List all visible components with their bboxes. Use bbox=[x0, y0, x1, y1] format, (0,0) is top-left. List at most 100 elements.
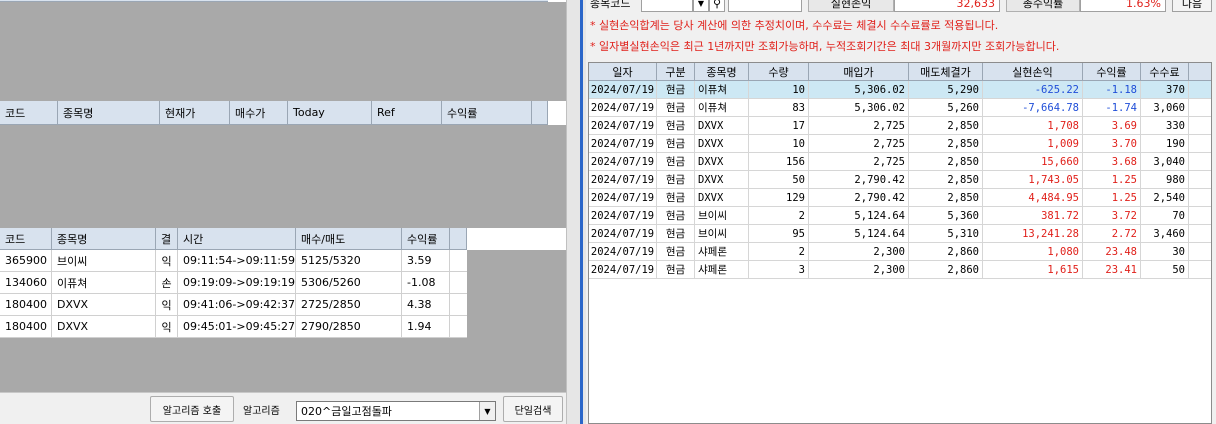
cell-sell: 2,850 bbox=[909, 171, 983, 188]
cell-pnl: 381.72 bbox=[983, 207, 1083, 224]
cell-code: 365900 bbox=[0, 250, 52, 271]
cell-pnl: 4,484.95 bbox=[983, 189, 1083, 206]
cell-name: DXVX bbox=[695, 135, 749, 152]
cell-ret: 1.94 bbox=[402, 316, 450, 337]
table-row[interactable]: 2024/07/19 현금 DXVX 129 2,790.42 2,850 4,484.95… bbox=[589, 189, 1211, 207]
watch-grid-gap bbox=[0, 92, 566, 101]
table-row[interactable]: 134060 이퓨쳐 손 09:19:09->09:19:19 5306/5260 -1.… bbox=[0, 272, 467, 294]
table-row[interactable]: 2024/07/19 현금 이퓨쳐 10 5,306.02 5,290 -625.22 -1.… bbox=[589, 81, 1211, 99]
realized-value: 32,633 bbox=[894, 0, 1000, 12]
cell-buy: 5,306.02 bbox=[809, 81, 909, 98]
cell-name: 이퓨쳐 bbox=[695, 99, 749, 116]
cell-sell: 2,850 bbox=[909, 135, 983, 152]
cell-type: 현금 bbox=[657, 117, 695, 134]
table-row[interactable]: 2024/07/19 현금 샤페론 3 2,300 2,860 1,615 23.41 50 bbox=[589, 261, 1211, 279]
cell-type: 현금 bbox=[657, 153, 695, 170]
cell-pnl: 15,660 bbox=[983, 153, 1083, 170]
cell-name: 이퓨쳐 bbox=[52, 272, 156, 293]
column-header: 매수가 bbox=[230, 101, 288, 124]
table-row[interactable]: 2024/07/19 현금 DXVX 156 2,725 2,850 15,660 3.68 3… bbox=[589, 153, 1211, 171]
algo-call-button[interactable]: 알고리즘 호출 bbox=[150, 396, 234, 422]
column-header[interactable]: 수수료 bbox=[1141, 63, 1189, 80]
cell-fee: 980 bbox=[1141, 171, 1189, 188]
cell-type: 현금 bbox=[657, 225, 695, 242]
table-row[interactable]: 2024/07/19 현금 브이씨 95 5,124.64 5,310 13,241.28 2… bbox=[589, 225, 1211, 243]
cell-buy: 2,725 bbox=[809, 153, 909, 170]
table-row[interactable]: 2024/07/19 현금 샤페론 2 2,300 2,860 1,080 23.48 30 bbox=[589, 243, 1211, 261]
cell-fee: 3,060 bbox=[1141, 99, 1189, 116]
cell-buy: 2,300 bbox=[809, 243, 909, 260]
cell-price: 2790/2850 bbox=[296, 316, 402, 337]
table-row[interactable]: 180400 DXVX 익 09:41:06->09:42:37 2725/2850 4.… bbox=[0, 294, 467, 316]
cell-type: 현금 bbox=[657, 189, 695, 206]
column-header: 코드 bbox=[0, 101, 58, 124]
cell-ret: 23.48 bbox=[1083, 243, 1141, 260]
cell-type: 현금 bbox=[657, 261, 695, 278]
cell-ret: -1.18 bbox=[1083, 81, 1141, 98]
column-header[interactable]: 매입가 bbox=[809, 63, 909, 80]
cell-date: 2024/07/19 bbox=[589, 261, 657, 278]
cell-result: 손 bbox=[156, 272, 178, 293]
table-row[interactable]: 2024/07/19 현금 이퓨쳐 83 5,306.02 5,260 -7,664.78-… bbox=[589, 99, 1211, 117]
column-header: 현재가 bbox=[160, 101, 230, 124]
notice-line-2: * 일자별실현손익은 최근 1년까지만 조회가능하며, 누적조회기간은 최대 3… bbox=[590, 40, 1060, 53]
column-header[interactable]: 일자 bbox=[589, 63, 657, 80]
trades-grid-header: 코드 종목명 결 시간 매수/매도 수익률 bbox=[0, 228, 467, 250]
column-header-spacer bbox=[532, 101, 548, 124]
chevron-down-icon[interactable]: ▼ bbox=[479, 402, 495, 420]
table-row[interactable]: 2024/07/19 현금 DXVX 50 2,790.42 2,850 1,743.05 1… bbox=[589, 171, 1211, 189]
pane-splitter[interactable] bbox=[566, 0, 586, 424]
cell-name: 브이씨 bbox=[695, 207, 749, 224]
cell-name: DXVX bbox=[52, 294, 156, 315]
cell-fee: 190 bbox=[1141, 135, 1189, 152]
column-header[interactable]: 실현손익 bbox=[983, 63, 1083, 80]
cell-type: 현금 bbox=[657, 135, 695, 152]
single-search-button[interactable]: 단일검색 bbox=[503, 396, 563, 422]
table-row[interactable]: 2024/07/19 현금 DXVX 17 2,725 2,850 1,708 3.69 330 bbox=[589, 117, 1211, 135]
cell-sell: 5,260 bbox=[909, 99, 983, 116]
cell-code: 180400 bbox=[0, 316, 52, 337]
cell-fee: 2,540 bbox=[1141, 189, 1189, 206]
algo-select[interactable]: 020^금일고점돌파 ▼ bbox=[296, 401, 496, 421]
cell-ret: -1.08 bbox=[402, 272, 450, 293]
code-input[interactable] bbox=[641, 0, 693, 12]
cell-result: 익 bbox=[156, 250, 178, 271]
table-row[interactable]: 2024/07/19 현금 DXVX 10 2,725 2,850 1,009 3.70 190 bbox=[589, 135, 1211, 153]
realized-pnl-table-body: 2024/07/19 현금 이퓨쳐 10 5,306.02 5,290 -625.22 -1.… bbox=[589, 81, 1211, 279]
cell-name: 브이씨 bbox=[695, 225, 749, 242]
cell-fee: 30 bbox=[1141, 243, 1189, 260]
column-header[interactable]: 매도체결가 bbox=[909, 63, 983, 80]
column-header[interactable]: 수익률 bbox=[1083, 63, 1141, 80]
column-header[interactable]: 종목명 bbox=[695, 63, 749, 80]
cell-qty: 129 bbox=[749, 189, 809, 206]
notice-line-1: * 실현손익합계는 당사 계산에 의한 추정치이며, 수수료는 체결시 수수료률… bbox=[590, 19, 999, 32]
next-button[interactable]: 다음 bbox=[1172, 0, 1212, 12]
query-strip: 종목코드 ▼ ⚲ 실현손익 32,633 총수익률 1.63% 다음 bbox=[586, 0, 1216, 14]
column-header[interactable]: 수량 bbox=[749, 63, 809, 80]
cell-type: 현금 bbox=[657, 99, 695, 116]
cell-pnl: 1,743.05 bbox=[983, 171, 1083, 188]
cell-price: 5125/5320 bbox=[296, 250, 402, 271]
cell-time: 09:19:09->09:19:19 bbox=[178, 272, 296, 293]
cell-sell: 2,850 bbox=[909, 117, 983, 134]
column-header[interactable]: 구분 bbox=[657, 63, 695, 80]
realized-label: 실현손익 bbox=[808, 0, 894, 12]
algo-label: 알고리즘 bbox=[243, 405, 280, 417]
cell-buy: 2,725 bbox=[809, 135, 909, 152]
cell-time: 09:11:54->09:11:59 bbox=[178, 250, 296, 271]
cell-date: 2024/07/19 bbox=[589, 153, 657, 170]
cell-buy: 2,300 bbox=[809, 261, 909, 278]
cell-ret: 3.59 bbox=[402, 250, 450, 271]
cell-type: 현금 bbox=[657, 243, 695, 260]
cell-price: 5306/5260 bbox=[296, 272, 402, 293]
code-dropdown[interactable]: ▼ bbox=[693, 0, 709, 12]
table-row[interactable]: 365900 브이씨 익 09:11:54->09:11:59 5125/5320 3.5… bbox=[0, 250, 467, 272]
table-row[interactable]: 180400 DXVX 익 09:45:01->09:45:27 2790/2850 1.… bbox=[0, 316, 467, 338]
cell-qty: 2 bbox=[749, 207, 809, 224]
column-header: 수익률 bbox=[442, 101, 532, 124]
table-row[interactable]: 2024/07/19 현금 브이씨 2 5,124.64 5,360 381.72 3.72 7… bbox=[589, 207, 1211, 225]
stock-name-field bbox=[728, 0, 802, 12]
cell-sell: 5,290 bbox=[909, 81, 983, 98]
total-return-label: 총수익률 bbox=[1006, 0, 1080, 12]
search-icon[interactable]: ⚲ bbox=[709, 0, 725, 12]
